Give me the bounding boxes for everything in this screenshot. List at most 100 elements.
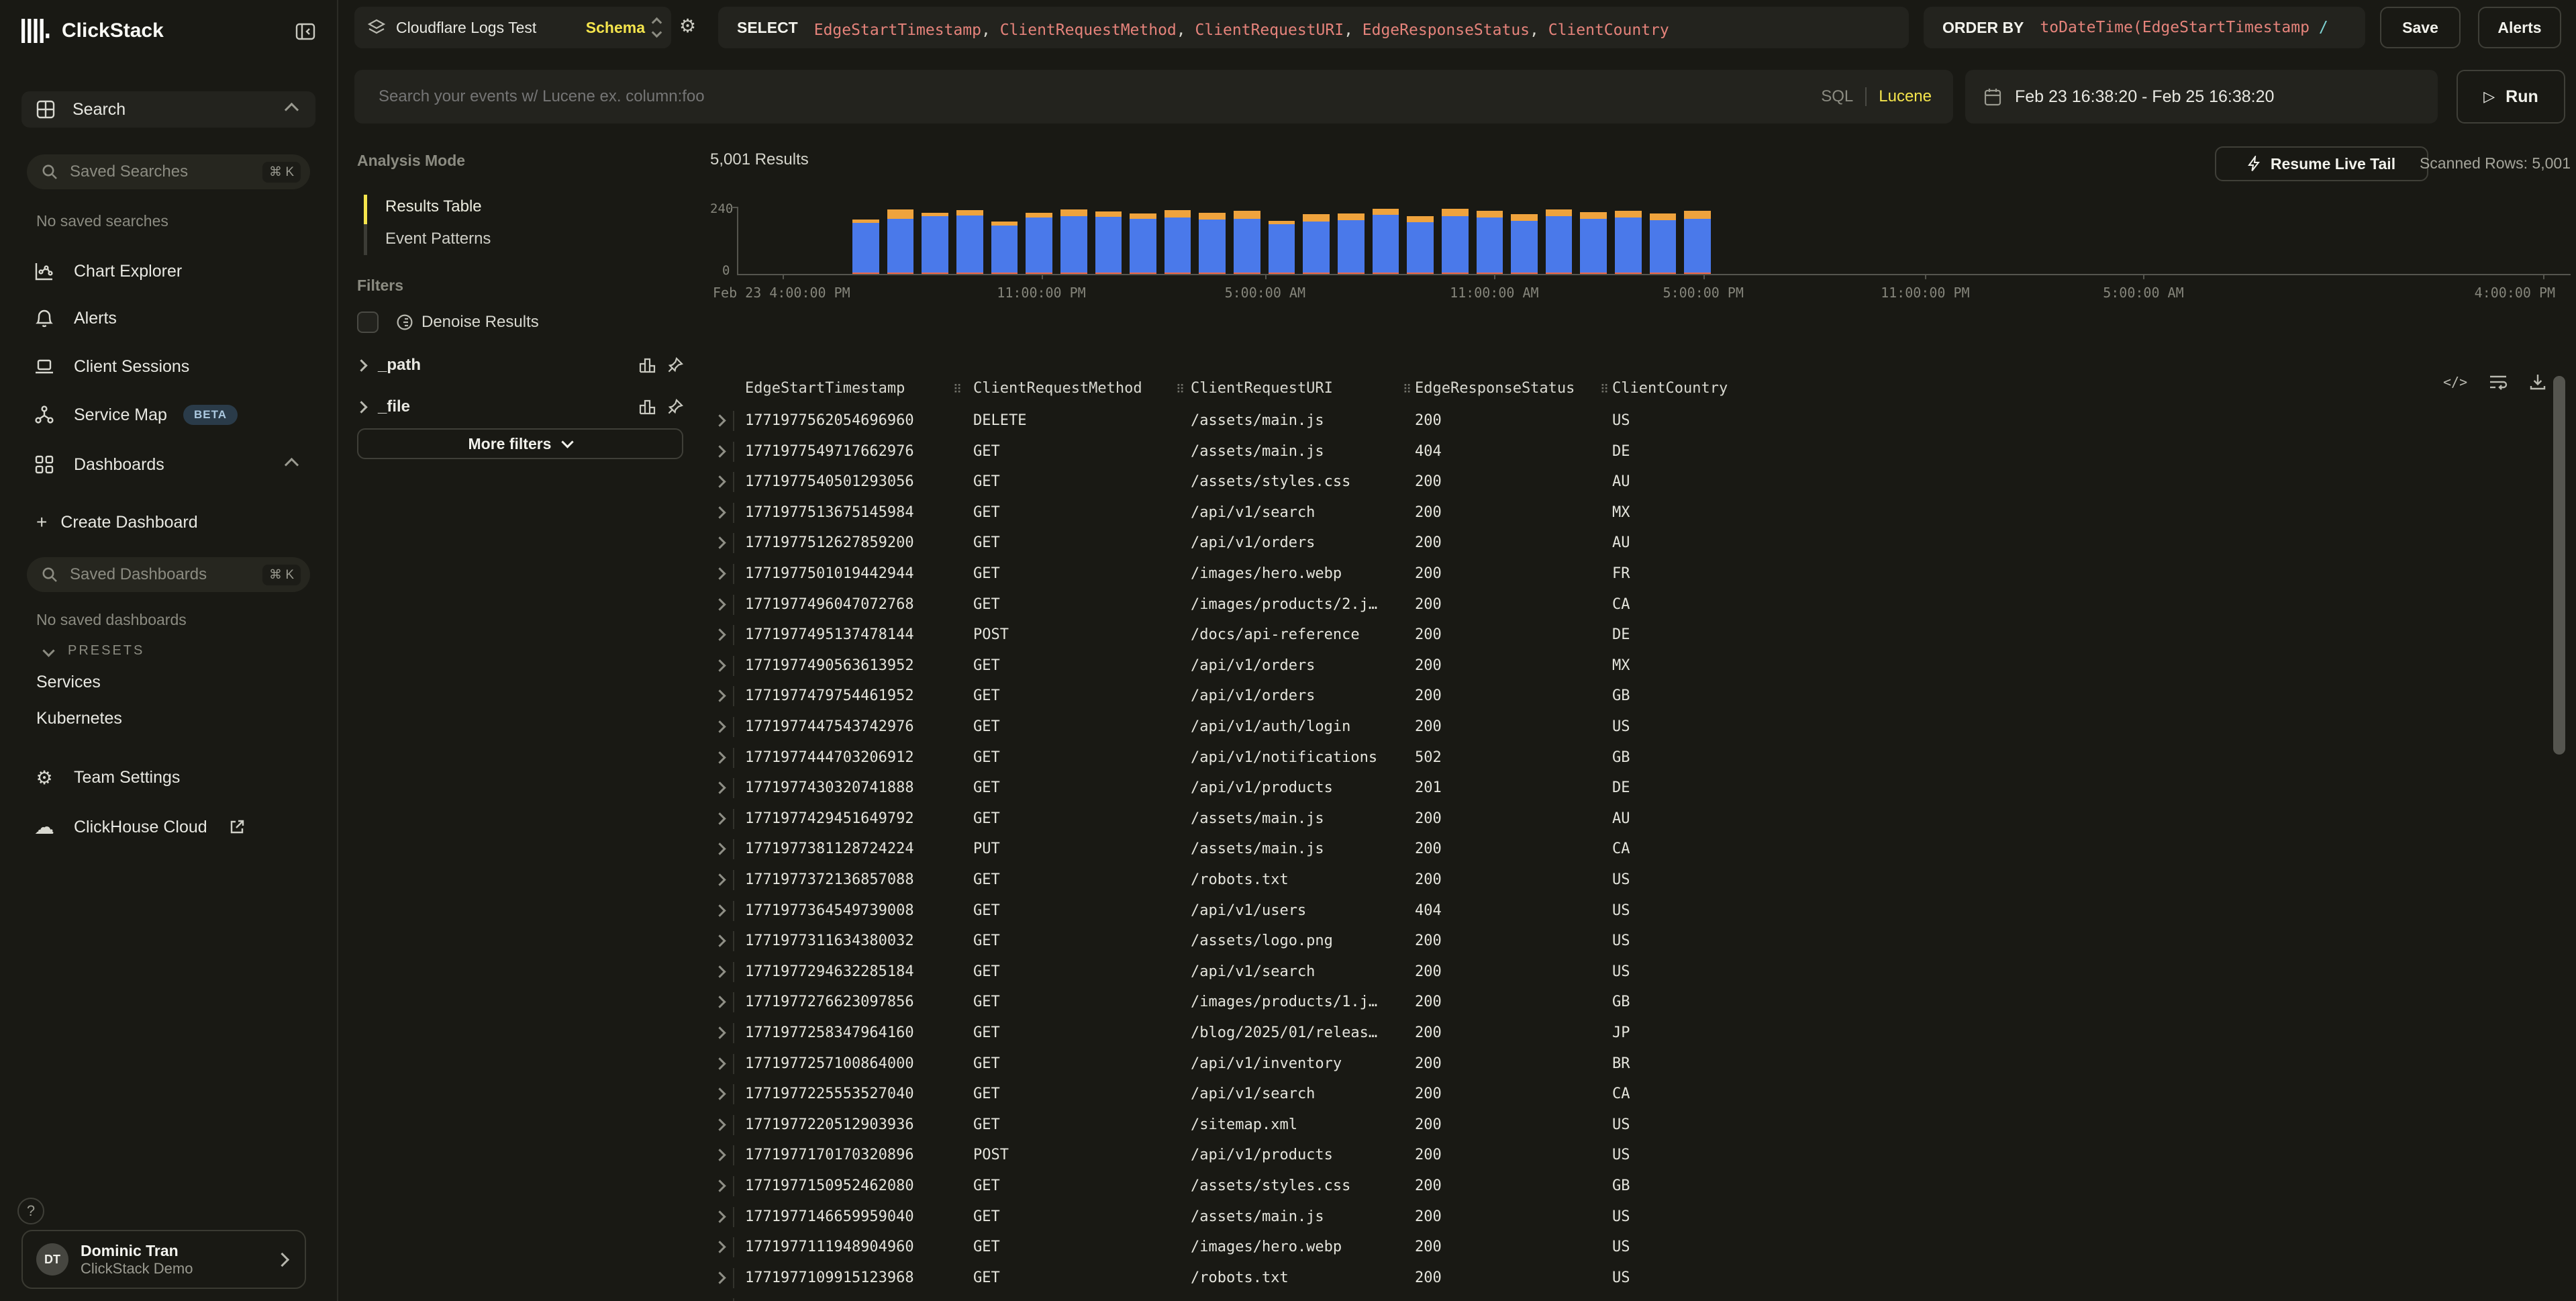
table-row[interactable]: 1771977294632285184GET/api/v1/search200U… bbox=[710, 957, 2549, 987]
expand-chevron-icon[interactable] bbox=[713, 996, 726, 1008]
histogram-bar-segment[interactable] bbox=[922, 213, 948, 217]
histogram-bar-segment[interactable] bbox=[1060, 216, 1087, 273]
expand-chevron-icon[interactable] bbox=[713, 537, 726, 549]
expand-chevron-icon[interactable] bbox=[713, 781, 726, 793]
histogram-bar-segment[interactable] bbox=[1511, 221, 1538, 272]
table-row[interactable]: 1771977562054696960DELETE/assets/main.js… bbox=[710, 405, 2549, 436]
histogram-bar-segment[interactable] bbox=[922, 216, 948, 273]
sidebar-item-alerts[interactable]: Alerts bbox=[21, 301, 315, 336]
run-button[interactable]: ▷ Run bbox=[2457, 70, 2565, 124]
filter-field-file[interactable]: _file bbox=[357, 395, 683, 419]
table-row[interactable]: 1771977430320741888GET/api/v1/products20… bbox=[710, 773, 2549, 804]
expand-chevron-icon[interactable] bbox=[713, 475, 726, 487]
expand-chevron-icon[interactable] bbox=[713, 1241, 726, 1253]
expand-chevron-icon[interactable] bbox=[713, 843, 726, 855]
histogram-bar-segment[interactable] bbox=[1684, 219, 1711, 273]
table-row[interactable]: 1771977225553527040GET/api/v1/search200C… bbox=[710, 1079, 2549, 1110]
sidebar-section-search[interactable]: Search bbox=[21, 91, 315, 128]
histogram-bar-segment[interactable] bbox=[887, 209, 914, 219]
expand-chevron-icon[interactable] bbox=[713, 873, 726, 885]
histogram-bar-segment[interactable] bbox=[1580, 212, 1607, 219]
event-search-input[interactable] bbox=[376, 86, 1821, 107]
histogram-bar-segment[interactable] bbox=[1165, 210, 1191, 218]
histogram-bar-segment[interactable] bbox=[1511, 214, 1538, 221]
expand-chevron-icon[interactable] bbox=[713, 812, 726, 824]
expand-chevron-icon[interactable] bbox=[713, 934, 726, 947]
table-row[interactable]: 1771977512627859200GET/api/v1/orders200A… bbox=[710, 528, 2549, 559]
table-row[interactable]: 1771977146659959040GET/assets/main.js200… bbox=[710, 1202, 2549, 1233]
expand-chevron-icon[interactable] bbox=[713, 1271, 726, 1284]
histogram-bar-segment[interactable] bbox=[1477, 211, 1503, 218]
alerts-button[interactable]: Alerts bbox=[2478, 7, 2561, 48]
more-filters-button[interactable]: More filters bbox=[357, 428, 683, 459]
expand-chevron-icon[interactable] bbox=[713, 598, 726, 610]
saved-dashboards-input[interactable]: ⌘ K bbox=[27, 557, 310, 592]
expand-chevron-icon[interactable] bbox=[713, 965, 726, 977]
table-row[interactable]: 1771977220512903936GET/sitemap.xml200US bbox=[710, 1110, 2549, 1141]
table-row[interactable]: 1771977447543742976GET/api/v1/auth/login… bbox=[710, 712, 2549, 742]
table-row[interactable]: 1771977150952462080GET/assets/styles.css… bbox=[710, 1171, 2549, 1202]
sql-toggle[interactable]: SQL bbox=[1821, 87, 1853, 106]
table-row[interactable]: 1771977381128724224PUT/assets/main.js200… bbox=[710, 834, 2549, 865]
chart-icon[interactable] bbox=[639, 357, 656, 373]
source-settings-gear-icon[interactable]: ⚙ bbox=[679, 15, 696, 37]
expand-chevron-icon[interactable] bbox=[713, 445, 726, 457]
histogram-bar-segment[interactable] bbox=[1095, 211, 1122, 217]
saved-searches-field[interactable] bbox=[67, 161, 234, 183]
histogram-bar-segment[interactable] bbox=[956, 215, 983, 273]
sidebar-item-dashboards[interactable]: Dashboards bbox=[21, 447, 315, 482]
sidebar-item-service-map[interactable]: Service Map BETA bbox=[21, 397, 315, 432]
schema-button[interactable]: Schema bbox=[586, 19, 645, 37]
histogram-bar-segment[interactable] bbox=[1477, 218, 1503, 273]
histogram-bar-segment[interactable] bbox=[852, 220, 879, 223]
saved-searches-input[interactable]: ⌘ K bbox=[27, 154, 310, 189]
histogram-bar-segment[interactable] bbox=[1580, 219, 1607, 273]
sidebar-item-chart-explorer[interactable]: Chart Explorer bbox=[21, 254, 315, 289]
expand-chevron-icon[interactable] bbox=[713, 1179, 726, 1192]
saved-dashboards-field[interactable] bbox=[67, 564, 234, 585]
histogram-bar-segment[interactable] bbox=[1060, 209, 1087, 216]
histogram-bar-segment[interactable] bbox=[1234, 219, 1260, 273]
histogram-bar-segment[interactable] bbox=[887, 219, 914, 273]
histogram-bar-segment[interactable] bbox=[1684, 211, 1711, 219]
histogram-bar-segment[interactable] bbox=[991, 222, 1018, 226]
histogram-bar-segment[interactable] bbox=[1338, 220, 1365, 273]
mode-event-patterns[interactable]: Event Patterns bbox=[385, 230, 491, 248]
histogram-bar-segment[interactable] bbox=[1234, 211, 1260, 219]
expand-chevron-icon[interactable] bbox=[713, 506, 726, 518]
table-row[interactable]: 1771977513675145984GET/api/v1/search200M… bbox=[710, 497, 2549, 528]
table-row[interactable]: 1771977257100864000GET/api/v1/inventory2… bbox=[710, 1049, 2549, 1079]
preset-item-services[interactable]: Services bbox=[36, 673, 101, 692]
expand-chevron-icon[interactable] bbox=[713, 751, 726, 763]
table-row[interactable]: 1771977429451649792GET/assets/main.js200… bbox=[710, 804, 2549, 834]
expand-chevron-icon[interactable] bbox=[713, 1026, 726, 1039]
histogram-bar-segment[interactable] bbox=[1130, 219, 1156, 273]
histogram-bar-segment[interactable] bbox=[1026, 213, 1052, 218]
source-selector[interactable]: Cloudflare Logs Test Schema bbox=[354, 7, 671, 48]
mode-results-table[interactable]: Results Table bbox=[385, 197, 482, 216]
table-row[interactable]: 1771977479754461952GET/api/v1/orders200G… bbox=[710, 681, 2549, 712]
histogram-bar-segment[interactable] bbox=[1303, 222, 1330, 273]
pin-icon[interactable] bbox=[667, 357, 683, 373]
sidebar-item-clickhouse-cloud[interactable]: ☁ ClickHouse Cloud bbox=[21, 810, 315, 845]
pin-icon[interactable] bbox=[667, 399, 683, 415]
date-range-picker[interactable]: Feb 23 16:38:20 - Feb 25 16:38:20 bbox=[1965, 70, 2438, 124]
table-row[interactable]: 1771977311634380032GET/assets/logo.png20… bbox=[710, 926, 2549, 957]
expand-chevron-icon[interactable] bbox=[713, 567, 726, 579]
chart-icon[interactable] bbox=[639, 399, 656, 415]
expand-chevron-icon[interactable] bbox=[713, 1088, 726, 1100]
save-button[interactable]: Save bbox=[2380, 7, 2461, 48]
table-row[interactable]: 1771977170170320896POST/api/v1/products2… bbox=[710, 1140, 2549, 1171]
table-row[interactable]: 1771977501019442944GET/images/hero.webp2… bbox=[710, 559, 2549, 589]
expand-chevron-icon[interactable] bbox=[713, 1118, 726, 1130]
histogram-bar-segment[interactable] bbox=[1615, 218, 1642, 273]
histogram-bar-segment[interactable] bbox=[1373, 215, 1399, 273]
table-row[interactable]: 1771977258347964160GET/blog/2025/01/rele… bbox=[710, 1018, 2549, 1049]
preset-item-kubernetes[interactable]: Kubernetes bbox=[36, 709, 122, 728]
histogram-bar-segment[interactable] bbox=[1303, 214, 1330, 222]
expand-chevron-icon[interactable] bbox=[713, 628, 726, 640]
table-row[interactable]: 1771977490563613952GET/api/v1/orders200M… bbox=[710, 650, 2549, 681]
table-row[interactable]: 1771977496047072768GET/images/products/2… bbox=[710, 589, 2549, 620]
presets-toggle[interactable]: PRESETS bbox=[44, 643, 144, 659]
histogram-bar-segment[interactable] bbox=[1650, 220, 1677, 273]
